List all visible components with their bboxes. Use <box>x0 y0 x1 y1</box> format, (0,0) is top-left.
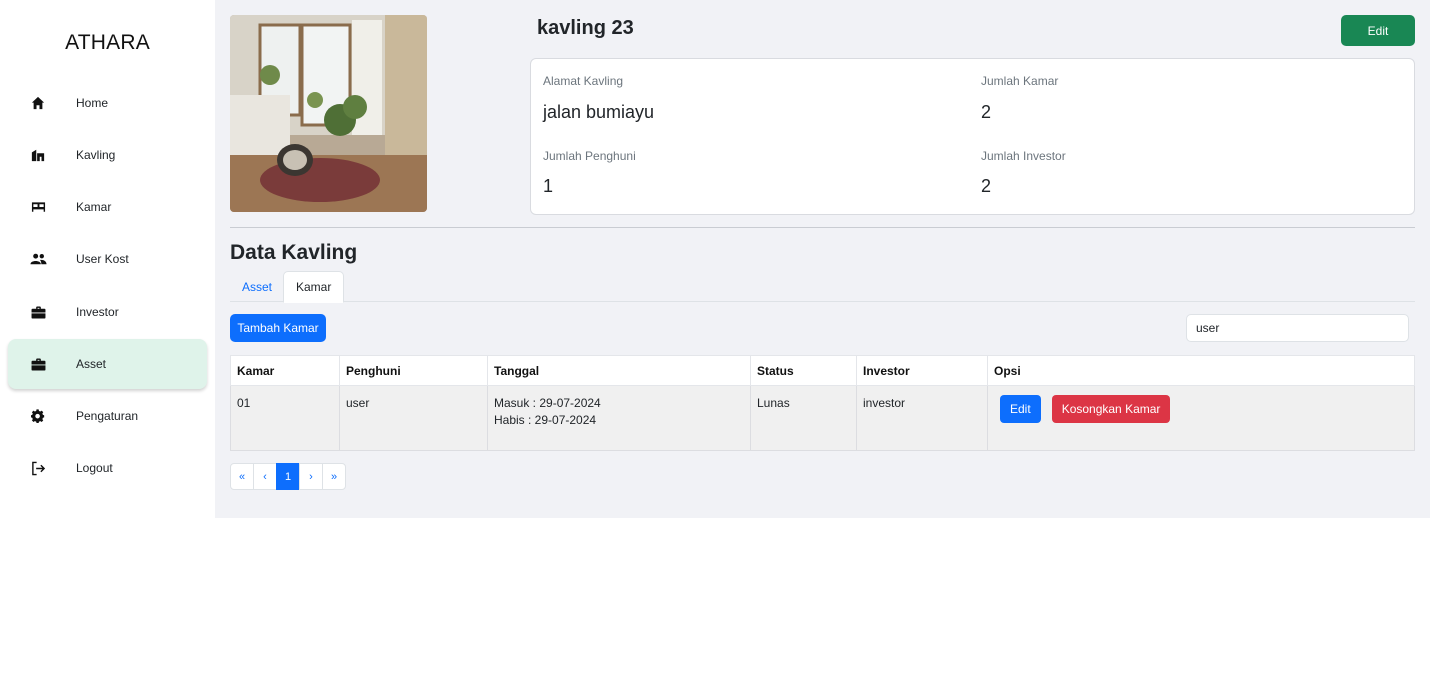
sidebar-item-label: Investor <box>76 305 119 319</box>
sidebar-item-label: Kavling <box>76 148 116 162</box>
bed-icon <box>29 198 47 216</box>
table-header-row: Kamar Penghuni Tanggal Status Investor O… <box>230 355 1415 386</box>
tab-asset[interactable]: Asset <box>230 271 284 302</box>
table-row: 01 user Masuk : 29-07-2024 Habis : 29-07… <box>230 385 1415 451</box>
alamat-label: Alamat Kavling <box>543 74 624 88</box>
column-header-status: Status <box>750 355 857 386</box>
kamar-table: Kamar Penghuni Tanggal Status Investor O… <box>230 355 1415 451</box>
tanggal-masuk: Masuk : 29-07-2024 <box>494 396 601 410</box>
column-header-investor: Investor <box>856 355 988 386</box>
jumlah-kamar-label: Jumlah Kamar <box>981 74 1059 88</box>
briefcase-icon <box>29 303 47 321</box>
home-icon <box>29 94 47 112</box>
cell-investor: investor <box>856 385 988 451</box>
sidebar-item-pengaturan[interactable]: Pengaturan <box>8 391 207 441</box>
sidebar-item-label: Kamar <box>76 200 112 214</box>
main-content: kavling 23 Edit Alamat Kavling jalan bum… <box>215 0 1430 518</box>
cell-penghuni: user <box>339 385 488 451</box>
kosongkan-kamar-button[interactable]: Kosongkan Kamar <box>1051 395 1171 423</box>
briefcase-icon <box>29 355 47 373</box>
column-header-penghuni: Penghuni <box>339 355 488 386</box>
kavling-icon <box>29 146 47 164</box>
sidebar-item-label: Pengaturan <box>76 409 139 423</box>
sidebar-item-investor[interactable]: Investor <box>8 287 207 337</box>
cell-kamar: 01 <box>230 385 340 451</box>
tanggal-habis: Habis : 29-07-2024 <box>494 413 597 427</box>
page-title: kavling 23 <box>537 17 634 39</box>
alamat-value: jalan bumiayu <box>543 102 655 122</box>
sidebar-item-kamar[interactable]: Kamar <box>8 182 207 232</box>
gear-icon <box>29 407 47 425</box>
edit-kamar-button[interactable]: Edit <box>1000 395 1041 423</box>
tambah-kamar-button[interactable]: Tambah Kamar <box>230 314 326 342</box>
cell-status: Lunas <box>750 385 857 451</box>
column-header-tanggal: Tanggal <box>487 355 751 386</box>
kavling-photo <box>230 15 427 212</box>
tab-bar: Asset Kamar <box>230 271 1415 303</box>
cell-tanggal: Masuk : 29-07-2024 Habis : 29-07-2024 <box>487 385 751 451</box>
tab-kamar[interactable]: Kamar <box>283 271 345 303</box>
sidebar-item-label: User Kost <box>76 252 129 266</box>
sidebar-item-user-kost[interactable]: User Kost <box>8 234 207 284</box>
pagination: « ‹ 1 › » <box>230 463 346 490</box>
jumlah-kamar-value: 2 <box>981 102 992 122</box>
sidebar: ATHARA Home Kavling Kamar User Kost Inve… <box>0 0 215 518</box>
sidebar-item-logout[interactable]: Logout <box>8 443 207 493</box>
column-header-opsi: Opsi <box>987 355 1415 386</box>
users-icon <box>29 250 47 268</box>
sidebar-item-home[interactable]: Home <box>8 78 207 128</box>
divider <box>230 227 1415 228</box>
edit-kavling-button[interactable]: Edit <box>1341 15 1415 46</box>
jumlah-investor-label: Jumlah Investor <box>981 149 1066 163</box>
jumlah-investor-value: 2 <box>981 176 992 196</box>
kavling-info-card: Alamat Kavling jalan bumiayu Jumlah Kama… <box>530 58 1415 215</box>
page-last-button[interactable]: » <box>322 463 346 490</box>
jumlah-penghuni-label: Jumlah Penghuni <box>543 149 636 163</box>
cell-opsi: Edit Kosongkan Kamar <box>987 385 1415 451</box>
page-first-button[interactable]: « <box>230 463 254 490</box>
section-title: Data Kavling <box>230 241 358 264</box>
page-prev-button[interactable]: ‹ <box>253 463 277 490</box>
search-input[interactable] <box>1186 314 1409 342</box>
page-current-button[interactable]: 1 <box>276 463 300 490</box>
logout-icon <box>29 459 47 477</box>
sidebar-item-label: Asset <box>76 357 107 371</box>
sidebar-item-asset[interactable]: Asset <box>8 339 207 389</box>
brand-logo: ATHARA <box>65 31 150 54</box>
jumlah-penghuni-value: 1 <box>543 176 554 196</box>
page-next-button[interactable]: › <box>299 463 323 490</box>
column-header-kamar: Kamar <box>230 355 340 386</box>
sidebar-item-label: Logout <box>76 461 113 475</box>
sidebar-item-label: Home <box>76 96 109 110</box>
sidebar-item-kavling[interactable]: Kavling <box>8 130 207 180</box>
row-actions: Edit Kosongkan Kamar <box>988 386 1414 423</box>
